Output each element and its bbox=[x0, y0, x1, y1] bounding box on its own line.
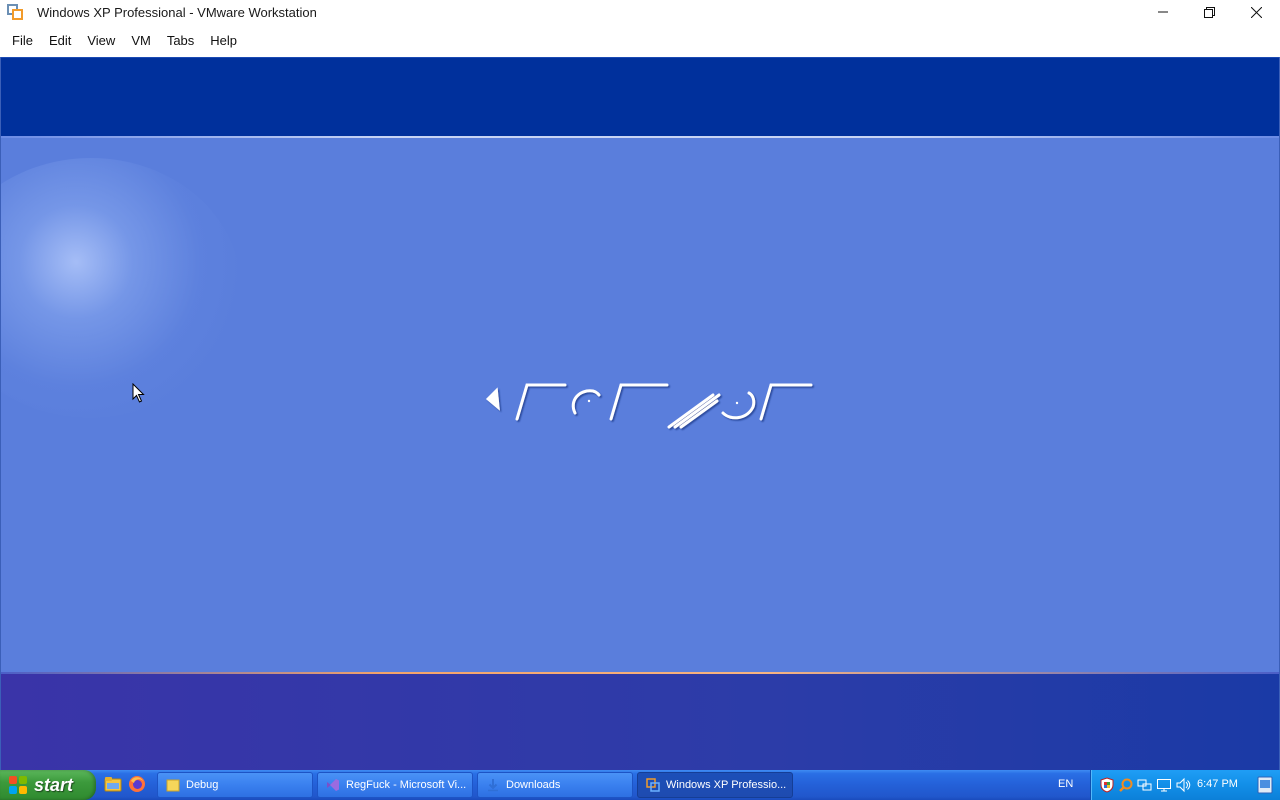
clock[interactable]: 6:47 PM bbox=[1197, 778, 1238, 790]
welcome-top-band bbox=[1, 57, 1279, 137]
start-button[interactable]: start bbox=[0, 770, 96, 800]
window-controls bbox=[1139, 0, 1280, 24]
mouse-cursor-icon bbox=[132, 383, 145, 403]
close-button[interactable] bbox=[1233, 0, 1280, 24]
task-label: Debug bbox=[186, 779, 219, 791]
folder-icon bbox=[166, 779, 180, 792]
monitor-icon[interactable] bbox=[1156, 777, 1172, 793]
windows-logo-icon bbox=[9, 776, 27, 794]
task-vmware-xp[interactable]: Windows XP Professio... bbox=[637, 772, 793, 798]
task-label: Downloads bbox=[506, 779, 561, 791]
network-icon[interactable] bbox=[1137, 777, 1153, 793]
restore-icon bbox=[1204, 6, 1215, 18]
menu-view[interactable]: View bbox=[79, 33, 123, 48]
welcome-bottom-band bbox=[1, 674, 1279, 770]
menu-help[interactable]: Help bbox=[202, 33, 245, 48]
vmware-icon bbox=[646, 778, 660, 792]
task-debug[interactable]: Debug bbox=[157, 772, 313, 798]
language-indicator[interactable]: EN bbox=[1058, 778, 1073, 790]
explorer-icon[interactable] bbox=[104, 775, 122, 793]
show-desktop-icon[interactable] bbox=[1257, 776, 1273, 794]
search-icon[interactable] bbox=[1118, 777, 1134, 793]
task-downloads[interactable]: Downloads bbox=[477, 772, 633, 798]
minimize-button[interactable] bbox=[1139, 0, 1186, 24]
visual-studio-icon bbox=[327, 779, 339, 791]
volume-icon[interactable] bbox=[1175, 777, 1191, 793]
task-regfuck-visual-studio[interactable]: RegFuck - Microsoft Vi... bbox=[317, 772, 473, 798]
welcome-glyph-art bbox=[485, 383, 813, 429]
quick-launch bbox=[104, 775, 146, 795]
security-shield-icon[interactable] bbox=[1099, 777, 1115, 793]
firefox-icon[interactable] bbox=[128, 775, 146, 793]
menu-vm[interactable]: VM bbox=[123, 33, 159, 48]
window-titlebar: Windows XP Professional - VMware Worksta… bbox=[0, 0, 1280, 24]
menu-edit[interactable]: Edit bbox=[41, 33, 79, 48]
taskbar: start Debug RegFuck - Microsoft Vi... Do… bbox=[0, 770, 1280, 800]
menu-tabs[interactable]: Tabs bbox=[159, 33, 202, 48]
download-icon bbox=[488, 779, 498, 792]
menu-bar: File Edit View VM Tabs Help bbox=[0, 24, 1280, 57]
task-label: RegFuck - Microsoft Vi... bbox=[346, 779, 467, 791]
task-label: Windows XP Professio... bbox=[666, 779, 787, 791]
light-glow bbox=[1, 158, 241, 418]
system-tray: 6:47 PM bbox=[1090, 770, 1280, 800]
menu-file[interactable]: File bbox=[4, 33, 41, 48]
start-label: start bbox=[34, 774, 74, 795]
vmware-app-icon bbox=[7, 4, 23, 20]
restore-button[interactable] bbox=[1186, 0, 1233, 24]
tray-icons bbox=[1099, 777, 1191, 793]
window-title: Windows XP Professional - VMware Worksta… bbox=[37, 4, 317, 20]
close-icon bbox=[1251, 6, 1262, 18]
guest-screen[interactable] bbox=[0, 57, 1280, 770]
minimize-icon bbox=[1157, 11, 1168, 13]
